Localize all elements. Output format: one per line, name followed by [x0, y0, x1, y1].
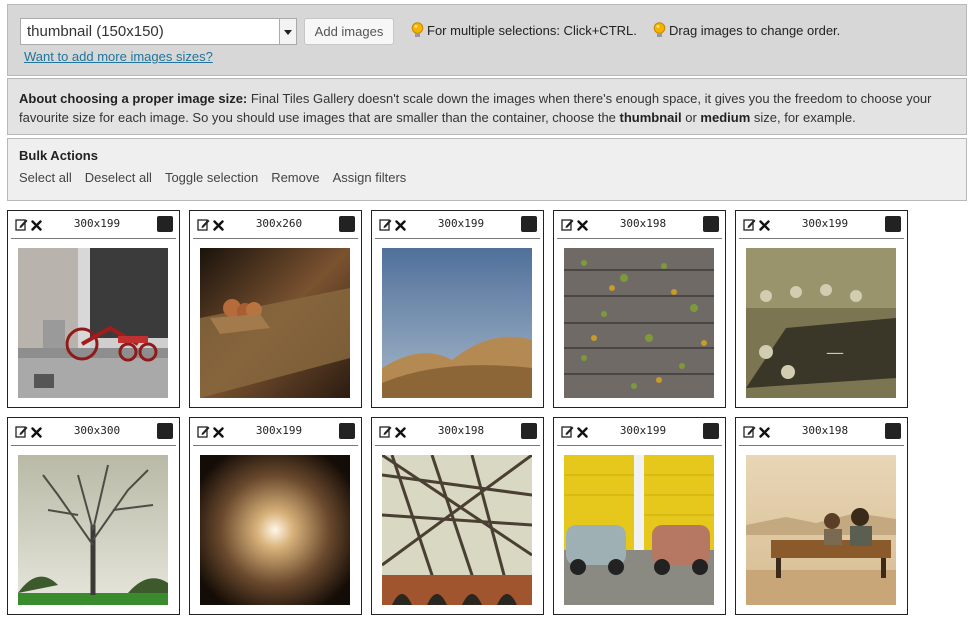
select-checkbox[interactable]: [339, 423, 355, 439]
image-card[interactable]: 300x260: [189, 210, 362, 408]
select-checkbox[interactable]: [339, 216, 355, 232]
image-thumbnail-vintage-cars[interactable]: [564, 455, 714, 605]
image-dimensions: 300x199: [73, 217, 121, 230]
image-card[interactable]: 300x199: [7, 210, 180, 408]
image-card-header: 300x198: [557, 211, 722, 239]
image-thumbnail-steel-structure[interactable]: [381, 453, 533, 606]
tip-drag-order: Drag images to change order.: [653, 22, 840, 38]
select-all-action[interactable]: Select all: [19, 170, 72, 185]
image-card-header: 300x260: [193, 211, 358, 239]
edit-icon[interactable]: [561, 218, 574, 234]
image-dimensions: 300x300: [73, 424, 121, 437]
toolbar-panel: thumbnail (150x150) Add images For multi…: [7, 4, 967, 76]
bulk-actions-panel: Bulk Actions Select all Deselect all Tog…: [7, 138, 967, 201]
image-dimensions: 300x198: [619, 217, 667, 230]
image-card-header: 300x198: [375, 418, 540, 446]
image-card-header: 300x199: [193, 418, 358, 446]
image-card[interactable]: 300x198: [735, 417, 908, 615]
close-icon[interactable]: [577, 219, 588, 234]
close-icon[interactable]: [759, 219, 770, 234]
image-card[interactable]: 300x199: [371, 210, 544, 408]
image-card-header: 300x198: [739, 418, 904, 446]
bulk-actions-list: Select all Deselect all Toggle selection…: [19, 170, 955, 185]
about-or: or: [681, 110, 701, 125]
image-card[interactable]: 300x199: [553, 417, 726, 615]
chevron-down-icon[interactable]: [279, 19, 296, 44]
image-card-header: 300x199: [11, 211, 176, 239]
select-checkbox[interactable]: [157, 423, 173, 439]
image-dimensions: 300x260: [255, 217, 303, 230]
about-medium: medium: [700, 110, 751, 125]
image-thumbnail-desert-hills[interactable]: [382, 248, 532, 398]
about-image-size-notice: About choosing a proper image size: Fina…: [7, 78, 967, 135]
select-checkbox[interactable]: [521, 423, 537, 439]
tip-drag-order-text: Drag images to change order.: [669, 22, 841, 38]
select-checkbox[interactable]: [885, 216, 901, 232]
image-dimensions: 300x198: [437, 424, 485, 437]
tip-multiple-selection-text: For multiple selections: Click+CTRL.: [427, 22, 637, 38]
toggle-selection-action[interactable]: Toggle selection: [165, 170, 258, 185]
edit-icon[interactable]: [15, 218, 28, 234]
about-text-2: size, for example.: [750, 110, 856, 125]
image-size-select[interactable]: thumbnail (150x150): [20, 18, 297, 45]
image-card-header: 300x199: [557, 418, 722, 446]
lightbulb-icon: [411, 22, 424, 37]
tip-multiple-selection: For multiple selections: Click+CTRL.: [411, 22, 637, 38]
remove-action[interactable]: Remove: [271, 170, 319, 185]
edit-icon[interactable]: [197, 425, 210, 441]
close-icon[interactable]: [213, 426, 224, 441]
about-thumbnail: thumbnail: [619, 110, 682, 125]
close-icon[interactable]: [759, 426, 770, 441]
edit-icon[interactable]: [743, 425, 756, 441]
image-thumbnail-couple-on-bench[interactable]: [746, 455, 896, 605]
image-dimensions: 300x199: [437, 217, 485, 230]
close-icon[interactable]: [31, 426, 42, 441]
image-dimensions: 300x198: [801, 424, 849, 437]
edit-icon[interactable]: [379, 218, 392, 234]
image-card-header: 300x300: [11, 418, 176, 446]
more-image-sizes-link[interactable]: Want to add more images sizes?: [24, 49, 213, 64]
select-checkbox[interactable]: [521, 216, 537, 232]
image-card[interactable]: 300x300: [7, 417, 180, 615]
close-icon[interactable]: [31, 219, 42, 234]
image-card[interactable]: 300x198: [553, 210, 726, 408]
close-icon[interactable]: [395, 426, 406, 441]
image-card[interactable]: 300x199 —: [735, 210, 908, 408]
lightbulb-icon: [653, 22, 666, 37]
image-thumbnail-wooden-toy[interactable]: [200, 248, 350, 398]
edit-icon[interactable]: [379, 425, 392, 441]
close-icon[interactable]: [395, 219, 406, 234]
image-thumbnail-tricycle[interactable]: [18, 248, 168, 398]
edit-icon[interactable]: [561, 425, 574, 441]
image-card-header: 300x199: [739, 211, 904, 239]
image-card-header: 300x199: [375, 211, 540, 239]
select-checkbox[interactable]: [157, 216, 173, 232]
about-title: About choosing a proper image size:: [19, 91, 248, 106]
deselect-all-action[interactable]: Deselect all: [85, 170, 152, 185]
image-thumbnail-guitar-headstock[interactable]: —: [746, 248, 896, 398]
close-icon[interactable]: [577, 426, 588, 441]
assign-filters-action[interactable]: Assign filters: [333, 170, 407, 185]
image-dimensions: 300x199: [801, 217, 849, 230]
image-thumbnail-leaves-on-boards[interactable]: [564, 248, 714, 398]
image-dimensions: 300x199: [255, 424, 303, 437]
image-card[interactable]: 300x198: [371, 417, 544, 615]
image-thumbnail-bare-tree[interactable]: [18, 455, 168, 605]
add-images-button[interactable]: Add images: [304, 18, 394, 45]
image-size-select-value: thumbnail (150x150): [27, 23, 164, 40]
select-checkbox[interactable]: [703, 423, 719, 439]
select-checkbox[interactable]: [703, 216, 719, 232]
image-dimensions: 300x199: [619, 424, 667, 437]
svg-text:—: —: [826, 342, 844, 363]
bulk-actions-title: Bulk Actions: [19, 148, 98, 163]
edit-icon[interactable]: [15, 425, 28, 441]
select-checkbox[interactable]: [885, 423, 901, 439]
image-card[interactable]: 300x199: [189, 417, 362, 615]
image-thumbnail-tunnel[interactable]: [200, 455, 350, 605]
edit-icon[interactable]: [743, 218, 756, 234]
edit-icon[interactable]: [197, 218, 210, 234]
close-icon[interactable]: [213, 219, 224, 234]
